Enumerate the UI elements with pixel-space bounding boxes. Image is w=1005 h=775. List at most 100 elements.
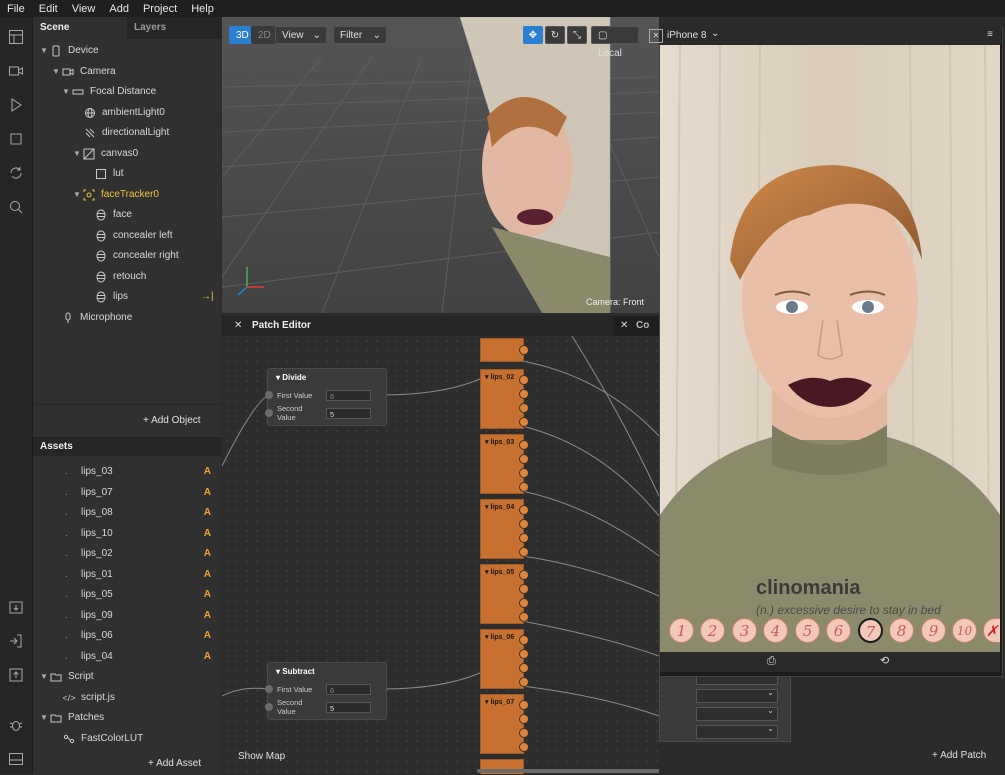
asset-item[interactable]: . lips_04 A — [33, 647, 221, 667]
scale-tool-icon[interactable]: ⤡ — [567, 26, 587, 44]
clear-option-button[interactable]: ✗ — [983, 618, 1000, 643]
tree-item-camera[interactable]: ▼ Camera — [52, 62, 116, 82]
dropdown-field[interactable]: ⌄ — [696, 688, 778, 703]
output-port[interactable] — [519, 714, 529, 724]
asset-item[interactable]: . lips_09 A — [33, 606, 221, 626]
upload-icon[interactable] — [8, 667, 24, 683]
lip-option-button[interactable]: 1 — [669, 618, 694, 643]
tree-item-ambient-light[interactable]: ambientLight0 — [84, 103, 165, 123]
output-port[interactable] — [519, 440, 529, 450]
caret-down-icon[interactable]: ▼ — [40, 667, 50, 687]
input-port[interactable] — [265, 409, 273, 417]
play-icon[interactable] — [8, 97, 24, 113]
tree-item-concealer-left[interactable]: concealer left — [95, 226, 172, 246]
menu-project[interactable]: Project — [136, 3, 184, 15]
asset-item-script-js[interactable]: </> script.js — [63, 688, 115, 708]
output-port[interactable] — [519, 584, 529, 594]
layout-icon[interactable] — [8, 29, 24, 45]
lip-option-button[interactable]: 3 — [732, 618, 757, 643]
lips-node[interactable]: ▾ lips_06 — [480, 629, 529, 689]
dropdown-field[interactable]: ⌄ — [696, 724, 778, 739]
lip-option-button[interactable]: 8 — [889, 618, 914, 643]
import-icon[interactable] — [8, 599, 24, 615]
patch-editor[interactable]: ▾ Divide First Value 6 Second Value 5 ▾ … — [222, 316, 659, 774]
tree-item-face-tracker[interactable]: ▼ faceTracker0 — [73, 185, 159, 205]
lips-node[interactable]: ▾ lips_03 — [480, 434, 529, 494]
tree-item-lips[interactable]: lips — [95, 287, 128, 307]
caret-down-icon[interactable]: ▼ — [62, 82, 72, 102]
lips-node[interactable]: ▾ lips_04 — [480, 499, 529, 559]
output-port[interactable] — [519, 454, 529, 464]
output-port[interactable] — [519, 345, 529, 355]
output-port[interactable] — [519, 635, 529, 645]
output-port[interactable] — [519, 468, 529, 478]
asset-item[interactable]: . lips_02 A — [33, 544, 221, 564]
tree-item-directional-light[interactable]: directionalLight — [84, 123, 169, 143]
dropdown-field[interactable]: ⌄ — [696, 706, 778, 721]
horizontal-scrollbar[interactable] — [477, 769, 659, 773]
tab-scene[interactable]: Scene — [33, 17, 127, 39]
lips-node-partial[interactable] — [480, 338, 529, 362]
menu-help[interactable]: Help — [184, 3, 221, 15]
output-port[interactable] — [519, 403, 529, 413]
tree-item-device[interactable]: ▼ Device — [40, 41, 99, 61]
device-name[interactable]: iPhone 8 — [667, 30, 706, 41]
chevron-down-icon[interactable]: ⌄ — [711, 28, 719, 39]
output-port[interactable] — [519, 505, 529, 515]
output-port[interactable] — [519, 612, 529, 622]
menu-edit[interactable]: Edit — [32, 3, 65, 15]
output-port[interactable] — [519, 389, 529, 399]
lips-node[interactable]: ▾ lips_07 — [480, 694, 529, 754]
second-value-input[interactable]: 5 — [326, 407, 371, 419]
add-object-button[interactable]: + Add Object — [143, 415, 201, 426]
lips-node[interactable]: ▾ lips_02 — [480, 369, 529, 429]
input-port[interactable] — [265, 391, 273, 399]
asset-item[interactable]: . lips_06 A — [33, 626, 221, 646]
output-port[interactable] — [519, 649, 529, 659]
divide-node[interactable]: ▾ Divide First Value 6 Second Value 5 — [265, 368, 387, 426]
mode-2d-button[interactable]: 2D — [251, 26, 278, 44]
local-toggle[interactable]: ▢ Local — [591, 26, 639, 59]
caret-down-icon[interactable]: ▼ — [52, 62, 62, 82]
output-port[interactable] — [519, 742, 529, 752]
menu-icon[interactable]: ≡ — [987, 29, 993, 40]
output-port[interactable] — [519, 482, 529, 492]
tree-item-lut[interactable]: lut — [95, 164, 124, 184]
asset-item-fastcolorlut[interactable]: FastColorLUT — [63, 729, 143, 749]
first-value-input[interactable]: 6 — [326, 389, 371, 401]
tree-item-concealer-right[interactable]: concealer right — [95, 246, 179, 266]
asset-item[interactable]: . lips_03 A — [33, 462, 221, 482]
tree-item-retouch[interactable]: retouch — [95, 267, 146, 287]
show-map-button[interactable]: Show Map — [238, 751, 285, 762]
output-port[interactable] — [519, 570, 529, 580]
output-port[interactable] — [519, 663, 529, 673]
close-icon[interactable]: ✕ — [234, 320, 242, 331]
patch-link-icon[interactable]: →| — [201, 291, 214, 302]
asset-item[interactable]: . lips_05 A — [33, 585, 221, 605]
view-dropdown[interactable]: View ⌄ — [275, 26, 327, 44]
first-value-input[interactable]: 6 — [326, 683, 371, 695]
second-value-input[interactable]: 5 — [326, 701, 371, 713]
rotate-device-icon[interactable]: ⟲ — [880, 654, 889, 667]
refresh-icon[interactable] — [8, 165, 24, 181]
output-port[interactable] — [519, 519, 529, 529]
asset-item[interactable]: . lips_08 A — [33, 503, 221, 523]
lip-option-button[interactable]: 2 — [700, 618, 725, 643]
second-tab[interactable]: ✕ Co — [614, 316, 659, 336]
close-icon[interactable]: ✕ — [649, 29, 663, 43]
asset-group-patches[interactable]: ▼ Patches — [40, 708, 104, 728]
input-port[interactable] — [265, 703, 273, 711]
add-asset-button[interactable]: + Add Asset — [148, 758, 201, 769]
subtract-node[interactable]: ▾ Subtract First Value 6 Second Value 5 — [265, 662, 387, 720]
move-tool-icon[interactable]: ✥ — [523, 26, 543, 44]
output-port[interactable] — [519, 677, 529, 687]
caret-down-icon[interactable]: ▼ — [73, 144, 83, 164]
filter-dropdown[interactable]: Filter ⌄ — [333, 26, 387, 44]
search-icon[interactable] — [8, 199, 24, 215]
caret-down-icon[interactable]: ▼ — [40, 41, 50, 61]
bug-icon[interactable] — [8, 717, 24, 733]
video-icon[interactable] — [8, 63, 24, 79]
add-patch-button[interactable]: + Add Patch — [932, 750, 986, 761]
caret-down-icon[interactable]: ▼ — [73, 185, 83, 205]
login-icon[interactable] — [8, 633, 24, 649]
